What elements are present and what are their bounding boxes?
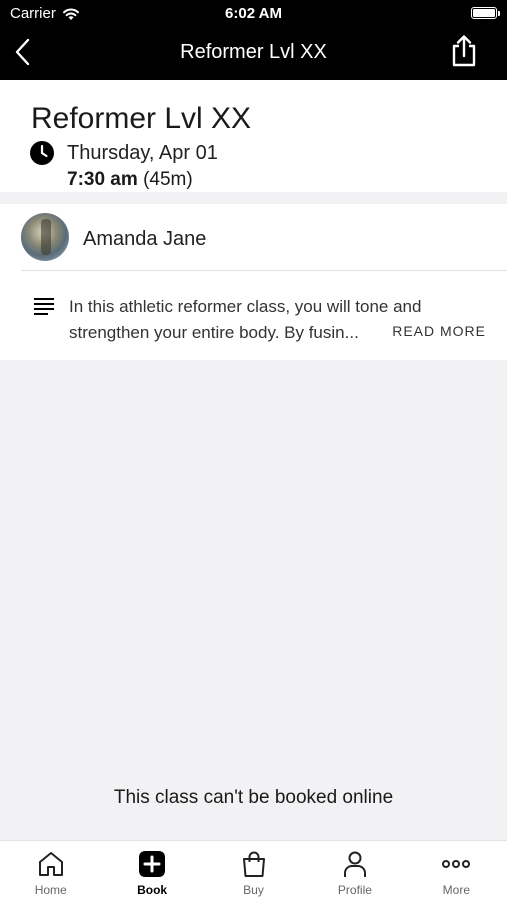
tab-home[interactable]: Home bbox=[0, 841, 101, 901]
tab-profile[interactable]: Profile bbox=[304, 841, 405, 901]
class-time-row: 7:30 am (45m) bbox=[67, 169, 193, 191]
more-dots-icon bbox=[442, 860, 471, 868]
description-lines-icon bbox=[34, 298, 54, 315]
class-title: Reformer Lvl XX bbox=[31, 102, 252, 135]
shopping-bag-icon bbox=[242, 851, 265, 877]
tab-label: Home bbox=[34, 883, 67, 897]
class-header: Reformer Lvl XX Thursday, Apr 01 7:30 am… bbox=[0, 80, 507, 192]
battery-icon bbox=[471, 7, 500, 19]
class-info: Amanda Jane In this athletic reformer cl… bbox=[0, 204, 507, 360]
tab-label: More bbox=[442, 883, 470, 897]
tab-bar: Home Book Buy Profile More bbox=[0, 840, 507, 901]
status-time: 6:02 AM bbox=[225, 5, 282, 22]
booking-notice: This class can't be booked online bbox=[113, 787, 394, 808]
nav-title: Reformer Lvl XX bbox=[180, 41, 327, 63]
instructor-name[interactable]: Amanda Jane bbox=[83, 228, 206, 251]
tab-book[interactable]: Book bbox=[101, 841, 202, 901]
home-icon bbox=[38, 852, 63, 876]
class-date: Thursday, Apr 01 bbox=[67, 142, 218, 164]
clock-icon bbox=[30, 141, 54, 165]
tab-label: Buy bbox=[243, 883, 264, 897]
top-bar: Carrier 6:02 AM Reformer Lvl XX bbox=[0, 0, 507, 80]
plus-square-icon bbox=[139, 851, 166, 877]
instructor-avatar[interactable] bbox=[21, 213, 69, 261]
class-duration: (45m) bbox=[143, 169, 193, 190]
tab-buy[interactable]: Buy bbox=[203, 841, 304, 901]
divider bbox=[21, 270, 507, 271]
tab-more[interactable]: More bbox=[406, 841, 507, 901]
tab-label: Profile bbox=[337, 883, 372, 897]
read-more-link[interactable]: READ MORE bbox=[392, 323, 486, 339]
share-icon[interactable] bbox=[449, 34, 479, 68]
class-start-time: 7:30 am bbox=[67, 169, 138, 190]
tab-label: Book bbox=[137, 883, 168, 897]
person-icon bbox=[343, 851, 366, 877]
